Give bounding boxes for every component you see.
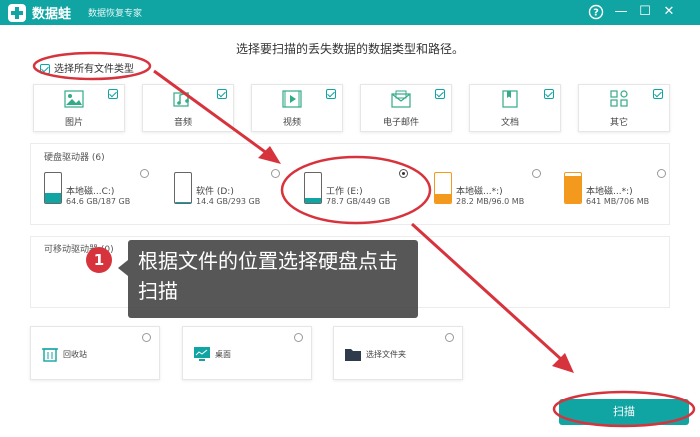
hard-drive-section-title: 硬盘驱动器 (6) <box>44 153 105 163</box>
location-desktop[interactable]: 桌面 <box>182 326 312 380</box>
desktop-icon <box>194 347 210 361</box>
audio-icon <box>173 92 189 107</box>
step-number-badge: 1 <box>86 247 112 273</box>
file-type-label: 其它 <box>609 118 628 128</box>
email-icon <box>391 90 411 108</box>
hard-drive-icon <box>174 172 192 204</box>
trash-icon <box>42 348 58 362</box>
location-radio[interactable] <box>294 333 303 342</box>
hard-drive-icon <box>304 172 322 204</box>
location-radio[interactable] <box>142 333 151 342</box>
usb-drive-icon <box>564 172 582 204</box>
tooltip-text: 根据文件的位置选择硬盘点击扫描 <box>138 249 398 303</box>
drive-size: 78.7 GB/449 GB <box>326 197 391 206</box>
checkbox-icon <box>40 64 50 74</box>
file-type-card-other[interactable]: 其它 <box>578 84 670 132</box>
select-all-label: 选择所有文件类型 <box>54 64 134 75</box>
other-icon <box>610 90 628 107</box>
hard-drive-icon <box>44 172 62 204</box>
help-icon[interactable]: ? <box>587 3 605 21</box>
app-logo-icon <box>8 4 26 22</box>
usb-drive-icon <box>434 172 452 204</box>
drive-size: 641 MB/706 MB <box>586 197 650 206</box>
select-all-types-checkbox[interactable]: 选择所有文件类型 <box>40 60 134 75</box>
drive-name: 本地磁...C:) <box>66 187 115 197</box>
checkbox-icon[interactable] <box>544 89 554 99</box>
drive-name: 工作 (E:) <box>326 187 363 197</box>
checkbox-icon[interactable] <box>217 89 227 99</box>
drive-e-radio[interactable] <box>399 169 408 178</box>
drive-removable-1-radio[interactable] <box>532 169 541 178</box>
image-icon <box>64 90 84 108</box>
file-type-label: 电子邮件 <box>382 118 419 128</box>
file-type-card-video[interactable]: 视频 <box>251 84 343 132</box>
app-subtitle: 数据恢复专家 <box>88 9 143 19</box>
location-radio[interactable] <box>445 333 454 342</box>
location-label: 回收站 <box>63 350 87 359</box>
drive-size: 28.2 MB/96.0 MB <box>456 197 525 206</box>
drive-c-radio[interactable] <box>140 169 149 178</box>
minimize-button[interactable]: — <box>612 3 630 21</box>
checkbox-icon[interactable] <box>653 89 663 99</box>
document-icon <box>502 90 518 108</box>
file-type-card-image[interactable]: 图片 <box>33 84 125 132</box>
drive-removable-2-radio[interactable] <box>657 169 666 178</box>
drive-size: 14.4 GB/293 GB <box>196 197 261 206</box>
file-type-card-email[interactable]: 电子邮件 <box>360 84 452 132</box>
file-type-label: 视频 <box>282 118 301 128</box>
checkbox-icon[interactable] <box>435 89 445 99</box>
drive-name: 本地磁...*:) <box>456 187 503 197</box>
page-prompt: 选择要扫描的丢失数据的数据类型和路径。 <box>235 42 464 56</box>
scan-button[interactable]: 扫描 <box>559 399 689 425</box>
file-type-label: 文档 <box>500 118 519 128</box>
restore-button[interactable]: ☐ <box>636 3 654 21</box>
location-choose-folder[interactable]: 选择文件夹 <box>333 326 463 380</box>
drive-name: 软件 (D:) <box>196 187 234 197</box>
close-button[interactable]: ✕ <box>660 3 678 21</box>
app-name: 数据蛙 <box>32 7 72 22</box>
title-bar: 数据蛙 数据恢复专家 ? — ☐ ✕ <box>0 0 700 25</box>
drive-d-radio[interactable] <box>271 169 280 178</box>
instruction-tooltip: 根据文件的位置选择硬盘点击扫描 <box>118 240 418 318</box>
drive-size: 64.6 GB/187 GB <box>66 197 131 206</box>
file-type-label: 音频 <box>173 118 192 128</box>
checkbox-icon[interactable] <box>108 89 118 99</box>
video-icon <box>282 90 302 108</box>
folder-icon <box>345 349 361 361</box>
location-label: 选择文件夹 <box>366 350 406 359</box>
location-recycle-bin[interactable]: 回收站 <box>30 326 160 380</box>
location-label: 桌面 <box>215 350 231 359</box>
arrow-to-scan-head <box>552 353 574 373</box>
checkbox-icon[interactable] <box>326 89 336 99</box>
file-type-label: 图片 <box>64 118 83 128</box>
drive-name: 本地磁...*:) <box>586 187 633 197</box>
file-type-card-document[interactable]: 文档 <box>469 84 561 132</box>
svg-text:?: ? <box>593 8 599 19</box>
file-type-card-audio[interactable]: 音频 <box>142 84 234 132</box>
